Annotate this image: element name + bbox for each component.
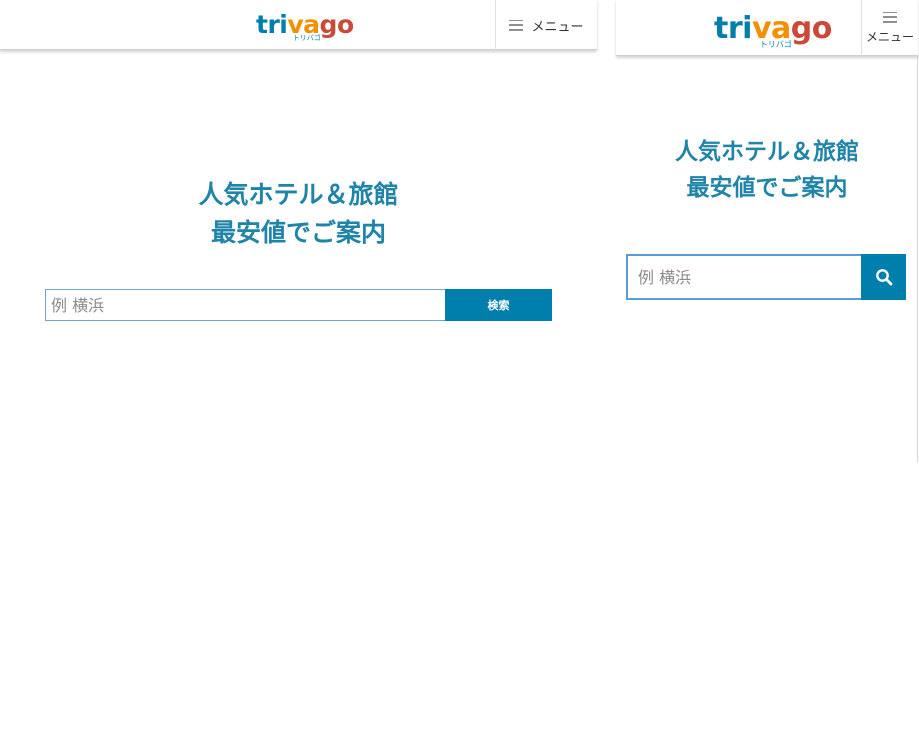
hero-line-2: 最安値でご案内 <box>686 175 848 201</box>
logo-letter: i <box>279 10 288 39</box>
search-input[interactable] <box>45 289 445 321</box>
desktop-view: t r i v a g o トリバゴ メニュー 人気ホテル＆旅館 最安値でご案内 <box>0 0 597 750</box>
logo-letter: t <box>256 10 268 39</box>
logo-letter: o <box>336 10 354 39</box>
hero-heading: 人気ホテル＆旅館 最安値でご案内 <box>0 176 597 252</box>
desktop-header: t r i v a g o トリバゴ メニュー <box>0 0 597 50</box>
mobile-header: t r i v a g o トリバゴ メニュー <box>616 0 918 56</box>
hamburger-icon <box>883 11 897 23</box>
logo-letter: t <box>714 11 728 46</box>
search-button[interactable]: 検索 <box>445 289 552 321</box>
mobile-view: t r i v a g o トリバゴ メニュー 人気ホテル＆旅館 最安値でご案内 <box>616 0 918 463</box>
menu-label: メニュー <box>865 29 914 44</box>
logo-subtitle: トリバゴ <box>759 40 792 49</box>
hero-line-1: 人気ホテル＆旅館 <box>675 139 859 165</box>
menu-label: メニュー <box>531 19 584 35</box>
search-bar: 検索 <box>45 289 552 321</box>
menu-button[interactable]: メニュー <box>861 0 918 56</box>
page: t r i v a g o トリバゴ メニュー 人気ホテル＆旅館 最安値でご案内 <box>0 0 919 750</box>
trivago-logo[interactable]: t r i v a g o トリバゴ <box>256 12 354 42</box>
menu-button[interactable]: メニュー <box>495 0 597 50</box>
logo-letter: r <box>727 11 743 46</box>
search-button[interactable] <box>861 254 906 300</box>
logo-letter: g <box>790 11 812 46</box>
hero-line-1: 人気ホテル＆旅館 <box>198 180 399 209</box>
hero-line-2: 最安値でご案内 <box>210 218 386 247</box>
logo-subtitle: トリバゴ <box>292 34 321 42</box>
search-input[interactable] <box>626 254 861 300</box>
search-bar <box>626 254 906 300</box>
hamburger-icon <box>509 19 524 31</box>
logo-letter: r <box>267 10 280 39</box>
trivago-logo[interactable]: t r i v a g o トリバゴ <box>714 14 832 49</box>
magnifier-icon <box>875 269 892 286</box>
logo-letter: o <box>811 11 833 46</box>
logo-letter: i <box>742 11 752 46</box>
logo-letter: g <box>319 10 338 39</box>
hero-heading: 人気ホテル＆旅館 最安値でご案内 <box>616 134 918 206</box>
